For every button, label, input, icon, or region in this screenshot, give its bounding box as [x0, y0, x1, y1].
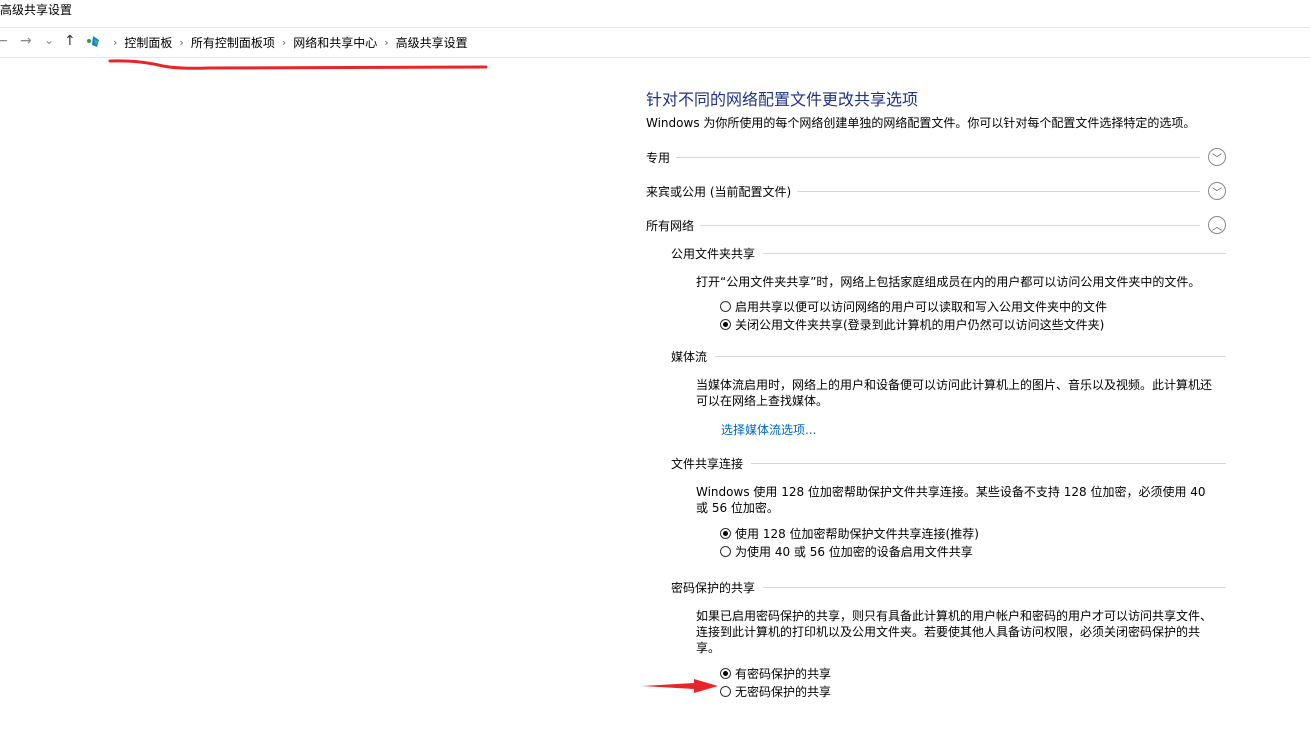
breadcrumb: › 控制面板 › 所有控制面板项 › 网络和共享中心 › 高级共享设置 — [106, 28, 468, 57]
expand-chevron-icon[interactable]: ﹀ — [1208, 148, 1226, 166]
page-title: 针对不同的网络配置文件更改共享选项 — [646, 90, 919, 109]
profile-label: 来宾或公用 (当前配置文件) — [646, 184, 792, 199]
profile-guest-public[interactable]: 来宾或公用 (当前配置文件) ﹀ — [646, 174, 1226, 208]
divider — [763, 252, 1226, 254]
section-description: 当媒体流启用时，网络上的用户和设备便可以访问此计算机上的图片、音乐以及视频。此计… — [696, 378, 1213, 408]
page-intro: Windows 为你所使用的每个网络创建单独的网络配置文件。你可以针对每个配置文… — [646, 116, 1196, 130]
back-icon[interactable]: ← — [0, 33, 8, 49]
breadcrumb-separator: › — [179, 36, 184, 49]
radio-128-bit[interactable]: 使用 128 位加密帮助保护文件共享连接(推荐) — [720, 524, 1226, 542]
radio-password-off[interactable]: 无密码保护的共享 — [720, 682, 1226, 700]
divider — [676, 156, 1200, 158]
radio-label: 为使用 40 或 56 位加密的设备启用文件共享 — [735, 544, 973, 559]
section-title: 公用文件夹共享 — [671, 246, 756, 261]
breadcrumb-separator: › — [113, 36, 118, 49]
profile-all-networks[interactable]: 所有网络 ︿ — [646, 208, 1226, 242]
breadcrumb-all-control-panel-items[interactable]: 所有控制面板项 — [191, 34, 275, 51]
radio-button[interactable] — [720, 667, 731, 679]
media-streaming-section: 媒体流 — [671, 345, 1226, 367]
breadcrumb-separator: › — [281, 36, 287, 49]
radio-button[interactable] — [720, 685, 731, 697]
radio-label: 使用 128 位加密帮助保护文件共享连接(推荐) — [735, 526, 979, 541]
radio-password-on[interactable]: 有密码保护的共享 — [720, 664, 1226, 682]
annotation-underline — [108, 59, 488, 70]
radio-button[interactable] — [720, 300, 731, 312]
divider — [715, 355, 1226, 357]
radio-40-56-bit[interactable]: 为使用 40 或 56 位加密的设备启用文件共享 — [720, 542, 1226, 560]
expand-chevron-icon[interactable]: ﹀ — [1208, 182, 1226, 200]
section-title: 文件共享连接 — [671, 456, 744, 471]
section-title: 媒体流 — [671, 349, 708, 364]
recent-locations-icon[interactable]: ⌄ — [44, 33, 54, 47]
section-description: 如果已启用密码保护的共享，则只有具备此计算机的用户帐户和密码的用户才可以访问共享… — [696, 609, 1213, 655]
media-streaming-options-link[interactable]: 选择媒体流选项... — [721, 421, 1226, 438]
radio-button[interactable] — [720, 545, 731, 557]
divider — [763, 586, 1226, 588]
profile-label: 专用 — [646, 150, 671, 165]
profile-label: 所有网络 — [646, 218, 695, 233]
breadcrumb-network-sharing-center[interactable]: 网络和共享中心 — [293, 34, 377, 51]
radio-label: 无密码保护的共享 — [735, 684, 832, 699]
file-sharing-section: 文件共享连接 — [671, 452, 1226, 474]
forward-icon[interactable]: → — [20, 33, 32, 49]
radio-label: 有密码保护的共享 — [735, 666, 832, 681]
section-description: Windows 使用 128 位加密帮助保护文件共享连接。某些设备不支持 128… — [696, 485, 1206, 515]
divider — [751, 462, 1226, 464]
control-panel-icon — [87, 36, 99, 47]
radio-label: 启用共享以便可以访问网络的用户可以读取和写入公用文件夹中的文件 — [735, 299, 1108, 314]
radio-label: 关闭公用文件夹共享(登录到此计算机的用户仍然可以访问这些文件夹) — [735, 317, 1105, 332]
radio-disable-public-sharing[interactable]: 关闭公用文件夹共享(登录到此计算机的用户仍然可以访问这些文件夹) — [720, 315, 1226, 333]
up-icon[interactable]: ↑ — [64, 33, 76, 49]
profile-private[interactable]: 专用 ﹀ — [646, 140, 1226, 174]
navigation-bar: ← → ⌄ ↑ › 控制面板 › 所有控制面板项 › 网络和共享中心 › 高级共… — [0, 27, 1310, 58]
divider — [797, 190, 1200, 192]
public-folder-section: 公用文件夹共享 — [671, 242, 1226, 264]
window-title: 高级共享设置 — [0, 3, 73, 17]
radio-button[interactable] — [720, 318, 731, 330]
collapse-chevron-icon[interactable]: ︿ — [1208, 216, 1226, 234]
radio-button[interactable] — [720, 527, 731, 539]
breadcrumb-advanced-sharing-settings[interactable]: 高级共享设置 — [396, 34, 468, 51]
main-content: 针对不同的网络配置文件更改共享选项 Windows 为你所使用的每个网络创建单独… — [646, 84, 1226, 700]
annotation-arrow — [642, 679, 718, 693]
section-title: 密码保护的共享 — [671, 580, 756, 595]
radio-enable-public-sharing[interactable]: 启用共享以便可以访问网络的用户可以读取和写入公用文件夹中的文件 — [720, 297, 1226, 315]
breadcrumb-control-panel[interactable]: 控制面板 — [124, 34, 172, 51]
breadcrumb-separator: › — [384, 36, 389, 49]
section-description: 打开“公用文件夹共享”时，网络上包括家庭组成员在内的用户都可以访问公用文件夹中的… — [696, 275, 1201, 289]
password-sharing-section: 密码保护的共享 — [671, 576, 1226, 598]
divider — [700, 224, 1200, 226]
